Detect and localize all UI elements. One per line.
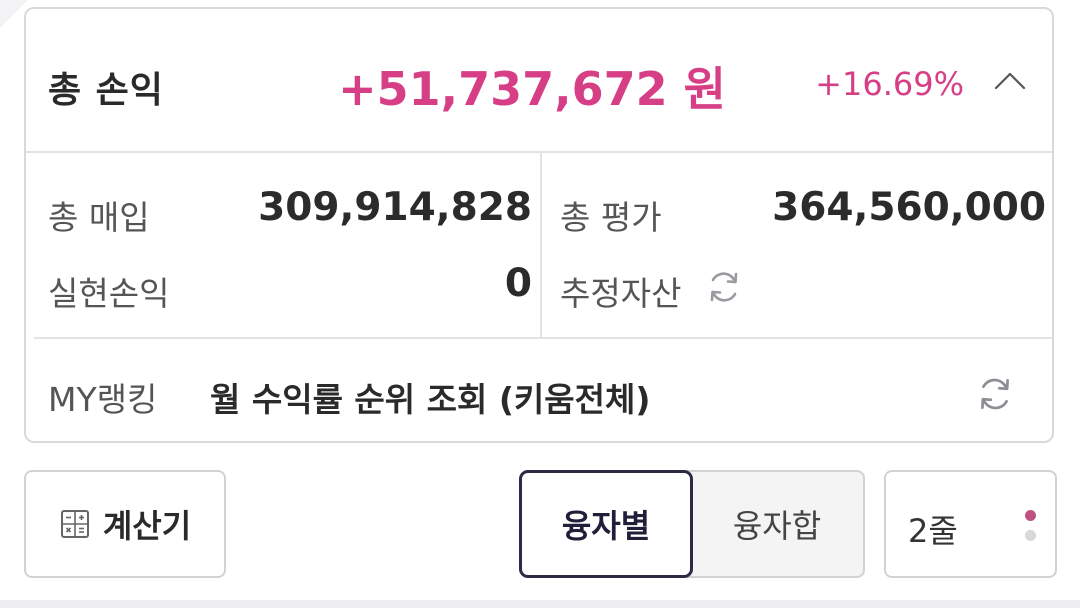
bottom-divider bbox=[0, 600, 1080, 608]
refresh-icon[interactable] bbox=[974, 373, 1016, 415]
metrics-left-column: 총 매입 309,914,828 실현손익 0 bbox=[34, 153, 542, 337]
realized-pl-value: 0 bbox=[504, 261, 532, 306]
total-pl-rate: +16.69% bbox=[815, 65, 964, 103]
total-purchase-label: 총 매입 bbox=[48, 198, 150, 237]
total-eval-label: 총 평가 bbox=[560, 198, 662, 237]
total-eval-value: 364,560,000 bbox=[772, 185, 1046, 230]
total-purchase-value: 309,914,828 bbox=[258, 185, 532, 230]
my-ranking-row[interactable]: MY랭킹 월 수익률 순위 조회 (키움전체) bbox=[26, 339, 1052, 441]
pl-summary-card: 총 손익 +51,737,672 원 +16.69% 총 매입 309,914,… bbox=[24, 7, 1054, 443]
segment-by-loan[interactable]: 융자별 bbox=[519, 470, 693, 578]
realized-pl-label: 실현손익 bbox=[48, 274, 170, 313]
collapse-button[interactable] bbox=[990, 63, 1030, 97]
segment-loan-sum[interactable]: 융자합 bbox=[669, 470, 865, 578]
calculator-button[interactable]: 계산기 bbox=[24, 470, 226, 578]
chevron-up-icon bbox=[994, 72, 1026, 90]
metrics-grid: 총 매입 309,914,828 실현손익 0 총 평가 364,560,000… bbox=[34, 153, 1052, 339]
metrics-right-column: 총 평가 364,560,000 추정자산 bbox=[542, 153, 1052, 337]
refresh-icon[interactable] bbox=[704, 267, 744, 307]
my-ranking-label: MY랭킹 bbox=[48, 380, 158, 419]
page-dot-active bbox=[1025, 510, 1036, 521]
loan-view-toggle: 융자합 융자별 bbox=[519, 470, 865, 578]
total-pl-amount: +51,737,672 원 bbox=[338, 62, 726, 116]
monthly-return-ranking-link[interactable]: 월 수익률 순위 조회 (키움전체) bbox=[210, 373, 650, 421]
line-count-label: 2줄 bbox=[908, 512, 958, 550]
total-pl-header[interactable]: 총 손익 +51,737,672 원 +16.69% bbox=[26, 9, 1052, 153]
page-indicator bbox=[1023, 508, 1037, 548]
calculator-label: 계산기 bbox=[102, 507, 192, 545]
total-pl-title: 총 손익 bbox=[48, 70, 164, 111]
page-dot-inactive bbox=[1025, 530, 1036, 541]
line-count-selector[interactable]: 2줄 bbox=[884, 470, 1057, 578]
calculator-icon bbox=[60, 510, 89, 538]
estimated-assets-label: 추정자산 bbox=[560, 274, 682, 313]
